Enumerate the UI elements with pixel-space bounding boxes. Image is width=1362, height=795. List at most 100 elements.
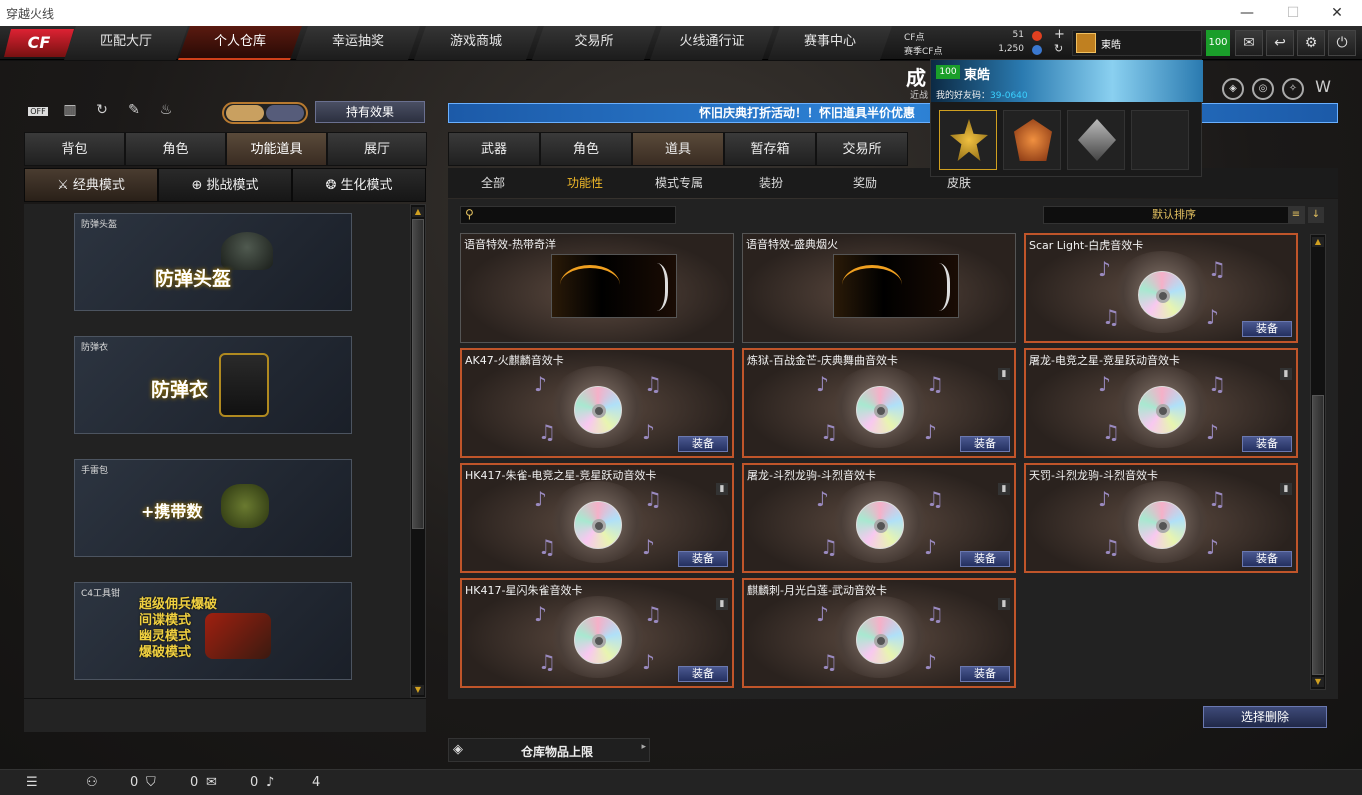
back-icon[interactable]: ↩ — [1266, 30, 1294, 56]
trash-icon[interactable]: ▮ — [998, 368, 1010, 380]
nav-tab-match-hall[interactable]: 匹配大厅 — [64, 26, 188, 60]
item-card[interactable]: 屠龙-斗烈龙驹-斗烈音效卡 ♪ ♫ ♫ ♪ ▮ 装备 — [742, 463, 1016, 573]
storage-limit-bar[interactable]: ◈ 仓库物品上限 ▸ — [448, 738, 650, 762]
shield-status-icon[interactable]: ⛉ — [146, 775, 156, 790]
item-card[interactable]: 麒麟刺-月光白莲-武动音效卡 ♪ ♫ ♫ ♪ ▮ 装备 — [742, 578, 1016, 688]
nav-tab-shop[interactable]: 游戏商城 — [414, 26, 538, 60]
item-card[interactable]: 天罚-斗烈龙驹-斗烈音效卡 ♪ ♫ ♫ ♪ ▮ 装备 — [1024, 463, 1298, 573]
speaker-icon[interactable]: ♪ — [266, 775, 274, 790]
item-card[interactable]: 语音特效-热带奇洋 — [460, 233, 734, 343]
nav-tab-warehouse[interactable]: 个人仓库 — [178, 26, 302, 60]
grid-scrollbar[interactable]: ▲ ▼ — [1310, 234, 1326, 690]
grid-scroll-down-icon[interactable]: ▼ — [1312, 677, 1324, 687]
shield-icon[interactable]: ◈ — [1222, 78, 1244, 100]
nav-tab-lottery[interactable]: 幸运抽奖 — [296, 26, 420, 60]
medal-slot-3[interactable] — [1067, 110, 1125, 170]
item-card[interactable]: HK417-朱雀-电竞之星-竞星跃动音效卡 ♪ ♫ ♫ ♪ ▮ 装备 — [460, 463, 734, 573]
paint-icon[interactable]: ✎ — [122, 102, 146, 124]
tab-character[interactable]: 角色 — [125, 132, 226, 166]
medal-slot-4[interactable] — [1131, 110, 1189, 170]
globe-icon[interactable]: ◎ — [1252, 78, 1274, 100]
scroll-up-arrow-icon[interactable]: ▲ — [412, 207, 424, 217]
promo-banner[interactable]: 怀旧庆典打折活动！！怀旧道具半价优惠 — [448, 103, 1338, 123]
grid-scroll-up-icon[interactable]: ▲ — [1312, 237, 1324, 247]
expand-arrow-icon[interactable]: ▸ — [641, 742, 646, 752]
trash-icon[interactable]: ▮ — [716, 598, 728, 610]
nav-tab-event-center[interactable]: 赛事中心 — [768, 26, 892, 60]
owned-effects-button[interactable]: 持有效果 — [315, 101, 425, 123]
toggle-option-avatar[interactable] — [226, 105, 264, 121]
equip-button[interactable]: 装备 — [678, 551, 728, 567]
tab-backpack[interactable]: 背包 — [24, 132, 125, 166]
equip-button[interactable]: 装备 — [1242, 551, 1292, 567]
user-box[interactable]: 東皓 — [1072, 30, 1202, 56]
medal-slot-2[interactable] — [1003, 110, 1061, 170]
item-card[interactable]: 语音特效-盛典烟火 — [742, 233, 1016, 343]
left-scrollbar[interactable]: ▲ ▼ — [410, 204, 426, 698]
trash-icon[interactable]: ▮ — [998, 483, 1010, 495]
gear-icon[interactable]: ⚙ — [1297, 30, 1325, 56]
item-card[interactable]: AK47-火麒麟音效卡 ♪ ♫ ♫ ♪ 装备 — [460, 348, 734, 458]
tab-temp-box[interactable]: 暂存箱 — [724, 132, 816, 166]
subtab-cosmetic[interactable]: 装扮 — [726, 168, 816, 198]
item-grenade-pack[interactable]: 手雷包 +携带数 — [74, 459, 352, 557]
subtab-mode-exclusive[interactable]: 模式专属 — [634, 168, 724, 198]
minimize-button[interactable]: — — [1232, 2, 1262, 24]
equip-button[interactable]: 装备 — [1242, 321, 1292, 337]
sort-direction-icon[interactable]: ↓ — [1308, 207, 1324, 223]
tab-weapons[interactable]: 武器 — [448, 132, 540, 166]
tab-functional-items[interactable]: 功能道具 — [226, 132, 327, 166]
nav-tab-exchange[interactable]: 交易所 — [532, 26, 656, 60]
mode-challenge[interactable]: ⊕ 挑战模式 — [158, 168, 292, 202]
sparkle-icon[interactable]: ✧ — [1282, 78, 1304, 100]
item-card[interactable]: Scar Light-白虎音效卡 ♪ ♫ ♫ ♪ 装备 — [1024, 233, 1298, 343]
trash-icon[interactable]: ▮ — [1280, 483, 1292, 495]
tab-roles[interactable]: 角色 — [540, 132, 632, 166]
grid-scroll-thumb[interactable] — [1312, 395, 1324, 675]
refresh-icon[interactable]: ↻ — [1054, 42, 1063, 55]
search-input[interactable]: ⚲ — [460, 206, 676, 224]
item-card[interactable]: 屠龙-电竞之星-竞星跃动音效卡 ♪ ♫ ♫ ♪ ▮ 装备 — [1024, 348, 1298, 458]
item-card[interactable]: HK417-星闪朱雀音效卡 ♪ ♫ ♫ ♪ ▮ 装备 — [460, 578, 734, 688]
sort-dropdown[interactable]: 默认排序 — [1043, 206, 1305, 224]
tab-props[interactable]: 道具 — [632, 132, 724, 166]
binoculars-icon[interactable]: ⚇ — [86, 775, 98, 790]
nav-tab-battle-pass[interactable]: 火线通行证 — [650, 26, 774, 60]
power-icon[interactable]: ⏻ — [1328, 30, 1356, 56]
add-icon[interactable]: + — [1054, 27, 1065, 42]
tab-showroom[interactable]: 展厅 — [327, 132, 427, 166]
trash-icon[interactable]: ▮ — [998, 598, 1010, 610]
equip-button[interactable]: 装备 — [678, 436, 728, 452]
equip-button[interactable]: 装备 — [960, 666, 1010, 682]
ranking-icon[interactable]: ▥ — [58, 102, 82, 124]
batch-delete-button[interactable]: 选择删除 — [1203, 706, 1327, 728]
maximize-button[interactable]: ☐ — [1278, 2, 1308, 24]
item-card[interactable]: 炼狱-百战金芒-庆典舞曲音效卡 ♪ ♫ ♫ ♪ ▮ 装备 — [742, 348, 1016, 458]
equip-button[interactable]: 装备 — [1242, 436, 1292, 452]
item-c4-pliers[interactable]: C4工具钳 超级佣兵爆破 间谍模式 幽灵模式 爆破模式 — [74, 582, 352, 680]
trash-icon[interactable]: ▮ — [1280, 368, 1292, 380]
equip-button[interactable]: 装备 — [678, 666, 728, 682]
menu-icon[interactable]: ☰ — [26, 775, 38, 790]
left-scroll-thumb[interactable] — [412, 219, 424, 529]
list-view-icon[interactable]: ≡ — [1288, 207, 1304, 223]
subtab-functional[interactable]: 功能性 — [540, 168, 630, 198]
item-vest[interactable]: 防弹衣 防弹衣 — [74, 336, 352, 434]
subtab-reward[interactable]: 奖励 — [820, 168, 910, 198]
tab-trade[interactable]: 交易所 — [816, 132, 908, 166]
equip-button[interactable]: 装备 — [960, 551, 1010, 567]
trash-icon[interactable]: ▮ — [716, 483, 728, 495]
potion-icon[interactable]: ♨ — [154, 102, 178, 124]
scroll-down-arrow-icon[interactable]: ▼ — [412, 685, 424, 695]
item-helmet[interactable]: 防弹头盔 防弹头盔 — [74, 213, 352, 311]
off-toggle-icon[interactable]: OFF — [26, 102, 50, 124]
mode-classic[interactable]: ⚔ 经典模式 — [24, 168, 158, 202]
subtab-all[interactable]: 全部 — [448, 168, 538, 198]
mode-biochemical[interactable]: ❂ 生化模式 — [292, 168, 426, 202]
wings-icon[interactable]: W — [1312, 78, 1334, 100]
close-button[interactable]: ✕ — [1322, 2, 1352, 24]
cycle-icon[interactable]: ↻ — [90, 102, 114, 124]
chat-icon[interactable]: ✉ — [206, 775, 217, 790]
medal-slot-1[interactable] — [939, 110, 997, 170]
view-toggle[interactable] — [222, 102, 308, 124]
